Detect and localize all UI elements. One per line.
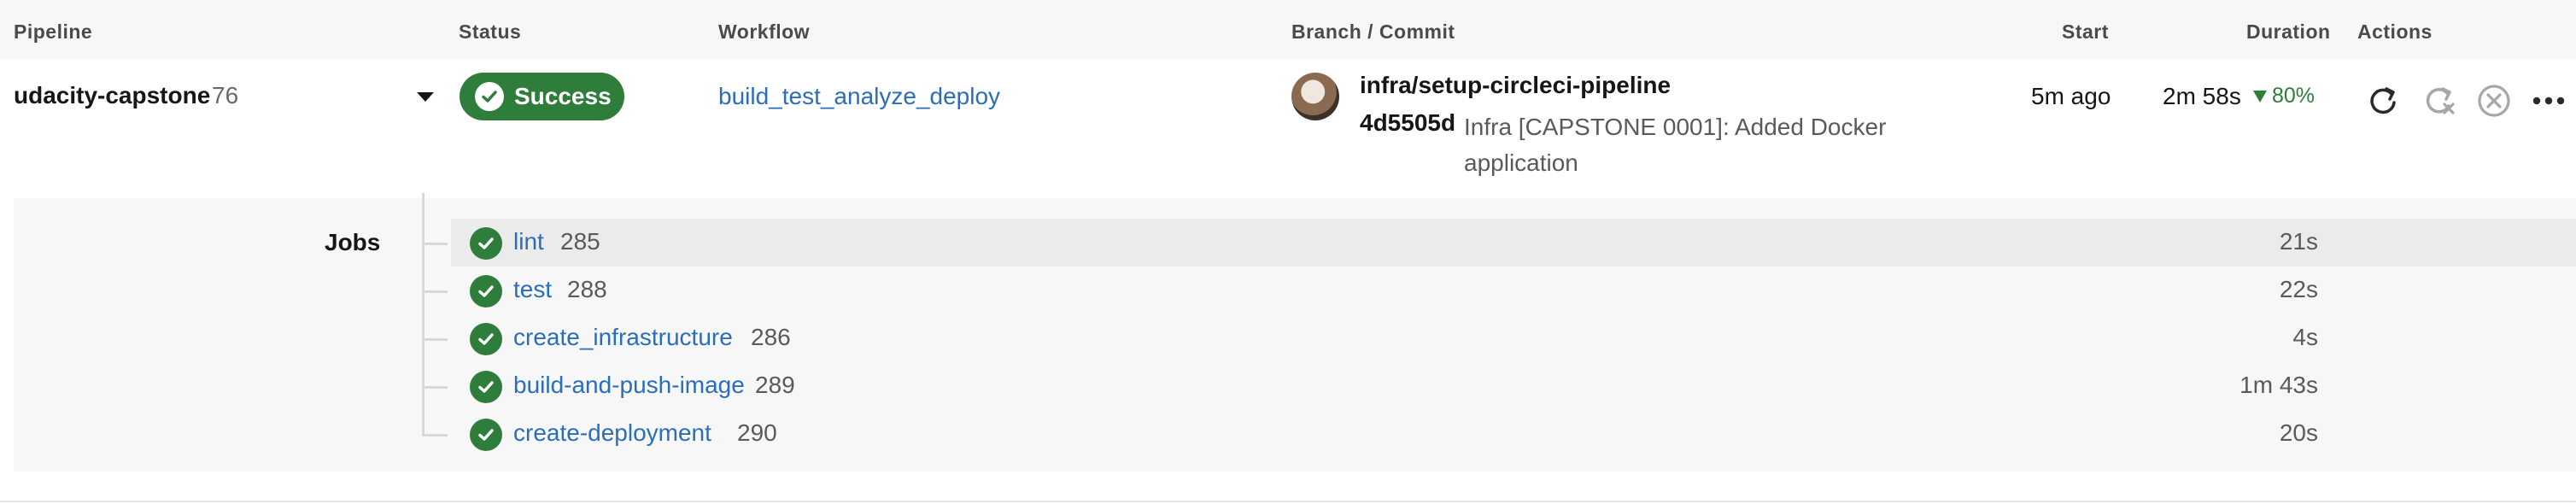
job-number: 286 bbox=[751, 324, 791, 350]
commit-message: Infra [CAPSTONE 0001]: Added Docker appl… bbox=[1464, 114, 1887, 176]
check-icon bbox=[470, 419, 502, 451]
header-duration: Duration bbox=[2246, 21, 2331, 43]
tree-branch bbox=[422, 338, 448, 341]
pipeline-duration: 2m 58s bbox=[2163, 83, 2241, 109]
check-icon bbox=[470, 323, 502, 355]
job-row[interactable]: build-and-push-image 289 1m 43s bbox=[451, 362, 2576, 410]
more-icon[interactable] bbox=[2530, 82, 2567, 120]
chevron-down-icon[interactable] bbox=[417, 92, 434, 102]
pipeline-name[interactable]: udacity-capstone bbox=[14, 82, 210, 109]
job-row[interactable]: lint 285 21s bbox=[451, 219, 2576, 267]
job-number: 288 bbox=[567, 276, 607, 302]
header-status: Status bbox=[459, 21, 522, 43]
header-start: Start bbox=[2062, 21, 2109, 43]
job-row[interactable]: create_infrastructure 286 4s bbox=[451, 314, 2576, 362]
branch-name[interactable]: infra/setup-circleci-pipeline bbox=[1360, 72, 1671, 99]
check-icon bbox=[470, 227, 502, 260]
job-name-link[interactable]: build-and-push-image bbox=[513, 372, 745, 399]
job-number: 290 bbox=[737, 419, 777, 446]
job-number: 285 bbox=[560, 228, 600, 255]
pipeline-number: 76 bbox=[212, 82, 239, 108]
tree-branch bbox=[422, 434, 448, 437]
tree-branch bbox=[422, 243, 448, 245]
check-icon bbox=[470, 371, 502, 403]
avatar bbox=[1291, 73, 1339, 120]
job-duration: 4s bbox=[2292, 324, 2318, 350]
job-name-link[interactable]: test bbox=[513, 276, 552, 303]
rerun-icon[interactable] bbox=[2364, 82, 2402, 120]
job-row[interactable]: create-deployment 290 20s bbox=[451, 410, 2576, 458]
status-badge[interactable]: Success bbox=[460, 73, 624, 120]
start-time: 5m ago bbox=[2031, 83, 2111, 109]
job-duration: 20s bbox=[2279, 419, 2318, 446]
header-actions: Actions bbox=[2357, 21, 2433, 43]
duration-improvement: 80% bbox=[2253, 84, 2315, 108]
job-duration: 1m 43s bbox=[2239, 372, 2318, 398]
commit-sha[interactable]: 4d5505d bbox=[1360, 109, 1455, 137]
header-pipeline: Pipeline bbox=[14, 21, 93, 43]
workflow-link[interactable]: build_test_analyze_deploy bbox=[718, 83, 1000, 110]
header-workflow: Workflow bbox=[718, 21, 811, 43]
job-duration: 21s bbox=[2279, 228, 2318, 255]
cancel-icon[interactable] bbox=[2475, 82, 2513, 120]
jobs-label: Jobs bbox=[325, 229, 381, 255]
status-label: Success bbox=[514, 83, 612, 109]
row-divider bbox=[0, 501, 2576, 502]
job-row[interactable]: test 288 22s bbox=[451, 267, 2576, 314]
job-name-link[interactable]: create_infrastructure bbox=[513, 324, 733, 351]
improvement-value: 80% bbox=[2272, 84, 2315, 108]
job-duration: 22s bbox=[2279, 276, 2318, 302]
rerun-failed-icon[interactable] bbox=[2421, 82, 2458, 120]
job-name-link[interactable]: create-deployment bbox=[513, 419, 711, 447]
tree-line bbox=[422, 193, 424, 436]
job-number: 289 bbox=[755, 372, 795, 398]
check-icon bbox=[475, 82, 504, 111]
header-branch-commit: Branch / Commit bbox=[1291, 21, 1455, 43]
check-icon bbox=[470, 275, 502, 308]
table-header: Pipeline Status Workflow Branch / Commit… bbox=[0, 0, 2576, 60]
tree-branch bbox=[422, 386, 448, 389]
job-name-link[interactable]: lint bbox=[513, 228, 544, 255]
arrow-down-icon bbox=[2253, 91, 2267, 103]
tree-branch bbox=[422, 290, 448, 293]
